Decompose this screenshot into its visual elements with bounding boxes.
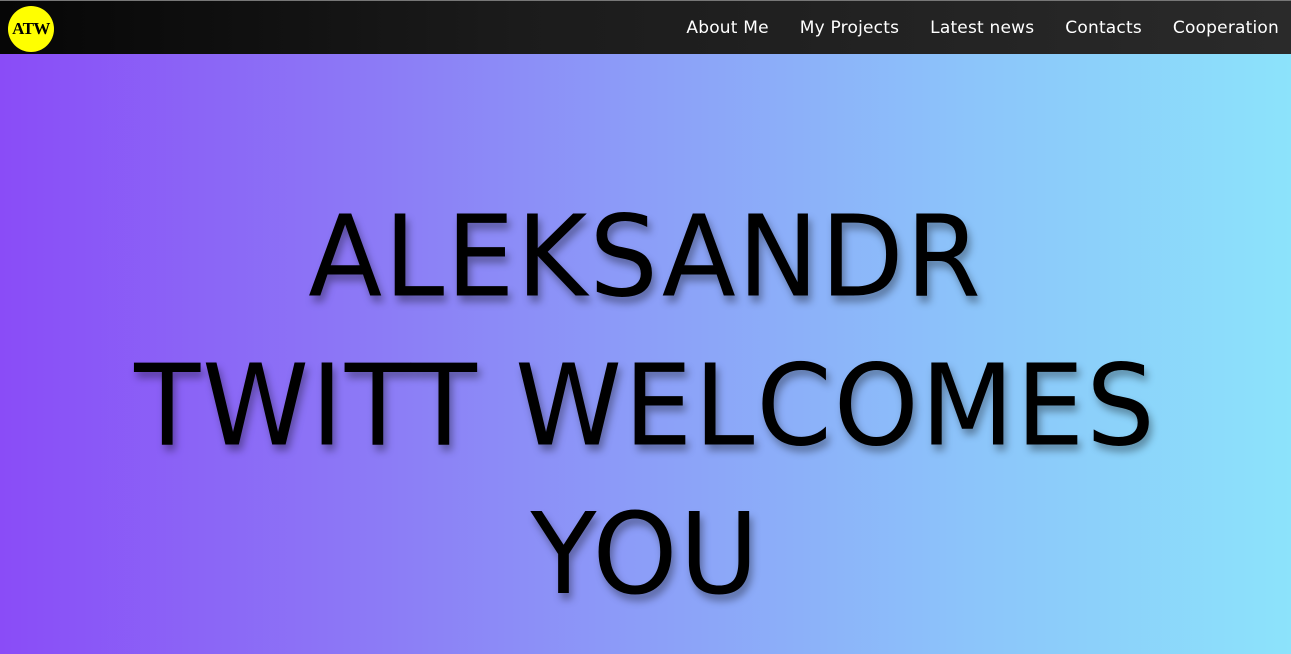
nav-latest-news[interactable]: Latest news bbox=[930, 18, 1034, 38]
page: ATW About Me My Projects Latest news Con… bbox=[0, 0, 1291, 654]
headline-line-2: TWITT WELCOMES bbox=[134, 341, 1157, 472]
headline-line-3: YOU bbox=[530, 490, 761, 621]
top-navbar: ATW About Me My Projects Latest news Con… bbox=[0, 0, 1291, 54]
main-nav: About Me My Projects Latest news Contact… bbox=[655, 1, 1279, 55]
nav-about-me[interactable]: About Me bbox=[686, 18, 768, 38]
nav-my-projects[interactable]: My Projects bbox=[800, 18, 899, 38]
hero-section: ALEKSANDR TWITT WELCOMES YOU bbox=[0, 54, 1291, 654]
nav-cooperation[interactable]: Cooperation bbox=[1173, 18, 1279, 38]
hero-headline: ALEKSANDR TWITT WELCOMES YOU bbox=[0, 183, 1291, 629]
headline-line-1: ALEKSANDR bbox=[308, 192, 983, 323]
site-logo[interactable]: ATW bbox=[8, 6, 54, 52]
nav-contacts[interactable]: Contacts bbox=[1065, 18, 1142, 38]
